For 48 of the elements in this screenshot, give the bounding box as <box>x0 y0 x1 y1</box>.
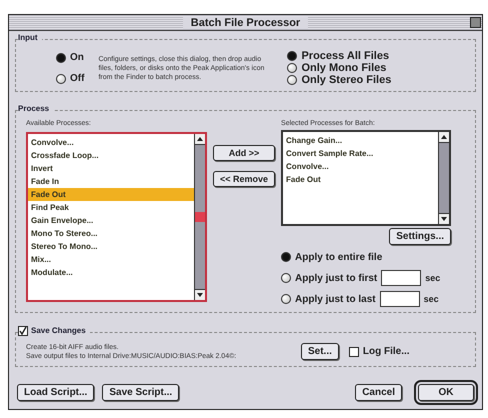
group-title: Save Changes <box>18 326 90 336</box>
dialog-button[interactable]: Cancel <box>355 384 402 401</box>
scrollbar[interactable] <box>438 132 450 224</box>
list-item[interactable]: Fade In <box>28 175 194 188</box>
seconds-field[interactable] <box>380 291 420 308</box>
set-button[interactable]: Set... <box>301 343 339 360</box>
dialog-button[interactable]: Load Script... <box>17 384 94 401</box>
checkbox[interactable] <box>18 326 28 336</box>
down-arrow-icon[interactable] <box>197 293 203 298</box>
window-title: Batch File Processor <box>182 16 308 28</box>
up-arrow-icon[interactable] <box>197 137 203 142</box>
radio-button[interactable]: Only Stereo Files <box>287 74 392 86</box>
log-file-checkbox[interactable]: Log File... <box>348 346 410 358</box>
radio-button[interactable]: Apply to entire file <box>281 252 382 263</box>
list-item[interactable]: Mix... <box>28 253 194 266</box>
settings-button[interactable]: Settings... <box>389 228 452 246</box>
list-item[interactable]: Fade Out <box>283 173 438 186</box>
list-item[interactable]: Modulate... <box>28 266 194 280</box>
list-item[interactable]: Crossfade Loop... <box>28 149 194 162</box>
scroll-thumb[interactable] <box>195 212 205 222</box>
radio-button[interactable]: Process All Files <box>287 50 392 62</box>
seconds-field[interactable] <box>381 270 422 286</box>
list-item[interactable]: Gain Envelope... <box>28 214 194 228</box>
list-item[interactable]: Invert <box>28 162 194 176</box>
radio-button[interactable]: Apply just to last <box>281 294 376 305</box>
list-item[interactable]: Fade Out <box>28 188 194 202</box>
up-arrow-icon[interactable] <box>441 135 448 140</box>
down-arrow-icon[interactable] <box>441 217 448 222</box>
list-item[interactable]: Stereo To Mono... <box>28 240 194 254</box>
radio-button[interactable]: Off <box>56 73 84 84</box>
list-item[interactable]: Mono To Stereo... <box>28 227 194 240</box>
dialog-button[interactable]: Save Script... <box>102 384 180 401</box>
list-item[interactable]: Convolve... <box>28 136 194 150</box>
group-title: Input <box>18 33 42 42</box>
radio-button[interactable]: On <box>56 52 84 63</box>
list-item[interactable]: Convert Sample Rate... <box>283 147 438 160</box>
scrollbar[interactable] <box>194 134 205 300</box>
list-item[interactable]: Change Gain... <box>283 134 438 148</box>
remove-button[interactable]: << Remove <box>213 171 276 188</box>
list-item[interactable]: Find Peak <box>28 201 194 214</box>
radio-button[interactable]: Apply just to first <box>281 272 378 284</box>
list-item[interactable]: Convolve... <box>283 160 438 174</box>
radio-button[interactable]: Only Mono Files <box>287 62 392 74</box>
add-button[interactable]: Add >> <box>213 145 276 162</box>
unit-label: sec <box>425 273 440 284</box>
zoom-box[interactable] <box>470 17 481 28</box>
unit-label: sec <box>424 294 439 304</box>
group-title: Process <box>18 104 54 114</box>
